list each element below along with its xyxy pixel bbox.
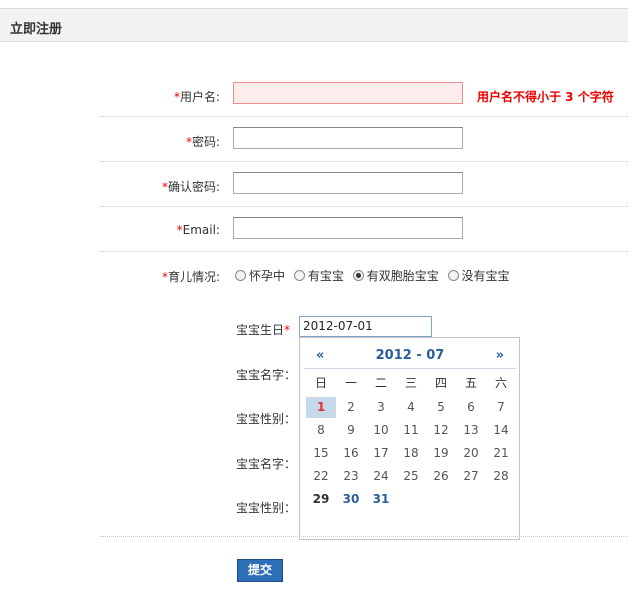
- calendar-day[interactable]: 29: [306, 489, 336, 510]
- radio-option-pregnant[interactable]: 怀孕中: [235, 267, 285, 284]
- calendar-header: 2012 - 07 « »: [304, 348, 516, 369]
- calendar-day[interactable]: 4: [396, 397, 426, 418]
- date-picker-calendar: 2012 - 07 « » 日一二三四五六 1 2 3 4 5 6 7 8 9 10 11 12 13 14…: [299, 337, 520, 540]
- password-input[interactable]: [233, 127, 463, 149]
- calendar-day[interactable]: 23: [336, 466, 366, 487]
- email-label: *Email:: [176, 223, 220, 237]
- baby1-gender-label: 宝宝性别：: [236, 412, 297, 426]
- email-input[interactable]: [233, 217, 463, 239]
- radio-icon[interactable]: [447, 270, 459, 281]
- calendar-day[interactable]: 17: [366, 443, 396, 464]
- calendar-day[interactable]: 12: [426, 420, 456, 441]
- calendar-day[interactable]: 10: [366, 420, 396, 441]
- row-divider: [100, 161, 628, 162]
- username-input[interactable]: [233, 82, 463, 104]
- parenting-radio-group: 怀孕中 有宝宝 有双胞胎宝宝 没有宝宝: [235, 267, 515, 284]
- calendar-day[interactable]: 26: [426, 466, 456, 487]
- page-title: 立即注册: [10, 22, 63, 37]
- confirm-password-input[interactable]: [233, 172, 463, 194]
- calendar-day[interactable]: 19: [426, 443, 456, 464]
- calendar-day[interactable]: 24: [366, 466, 396, 487]
- row-divider: [100, 206, 628, 207]
- calendar-day[interactable]: 3: [366, 397, 396, 418]
- confirm-password-label: *确认密码:: [161, 180, 220, 194]
- baby-birthday-label: 宝宝生日*: [236, 323, 291, 337]
- calendar-day[interactable]: 11: [396, 420, 426, 441]
- row-divider: [100, 251, 628, 252]
- calendar-day[interactable]: 30: [336, 489, 366, 510]
- radio-option-twins[interactable]: 有双胞胎宝宝: [352, 267, 439, 284]
- calendar-weekday-header: 四: [434, 376, 447, 390]
- calendar-day[interactable]: 7: [486, 397, 516, 418]
- radio-icon[interactable]: [293, 270, 305, 281]
- baby1-name-label: 宝宝名字：: [236, 368, 297, 382]
- calendar-weekday-header: 六: [494, 376, 507, 390]
- radio-option-has-baby[interactable]: 有宝宝: [293, 267, 344, 284]
- page-header: 立即注册: [0, 8, 628, 42]
- calendar-day[interactable]: 14: [486, 420, 516, 441]
- submit-button[interactable]: 提交: [237, 559, 283, 582]
- calendar-weekday-header: 一: [344, 376, 357, 390]
- previous-month-button[interactable]: «: [316, 348, 324, 363]
- calendar-weekday-header: 五: [464, 376, 477, 390]
- next-month-button[interactable]: »: [496, 348, 504, 363]
- calendar-day[interactable]: 21: [486, 443, 516, 464]
- calendar-weekday-header: 日: [314, 376, 327, 390]
- calendar-day[interactable]: 9: [336, 420, 366, 441]
- calendar-day[interactable]: 15: [306, 443, 336, 464]
- password-label: *密码:: [185, 135, 220, 149]
- calendar-day[interactable]: 27: [456, 466, 486, 487]
- calendar-day[interactable]: 18: [396, 443, 426, 464]
- radio-icon[interactable]: [235, 270, 246, 281]
- calendar-day[interactable]: 5: [426, 397, 456, 418]
- row-divider: [100, 116, 628, 117]
- calendar-day[interactable]: 2: [336, 397, 366, 418]
- calendar-day[interactable]: 31: [366, 489, 396, 510]
- username-label: *用户名:: [173, 90, 220, 104]
- radio-checked-icon[interactable]: [352, 270, 364, 281]
- calendar-day[interactable]: 25: [396, 466, 426, 487]
- calendar-day[interactable]: 8: [306, 420, 336, 441]
- baby2-name-label: 宝宝名字：: [236, 457, 297, 471]
- calendar-month-title: 2012 - 07: [375, 348, 445, 363]
- calendar-day[interactable]: 28: [486, 466, 516, 487]
- calendar-day[interactable]: 16: [336, 443, 366, 464]
- calendar-weekday-header: 三: [404, 376, 417, 390]
- radio-option-no-baby[interactable]: 没有宝宝: [447, 267, 510, 284]
- baby-birthday-input[interactable]: 2012-07-01: [299, 316, 432, 337]
- baby2-gender-label: 宝宝性别：: [236, 501, 297, 515]
- parenting-label: *育儿情况:: [161, 270, 220, 284]
- calendar-day[interactable]: 13: [456, 420, 486, 441]
- calendar-day[interactable]: 20: [456, 443, 486, 464]
- row-divider: [100, 536, 628, 537]
- calendar-weekday-header: 二: [374, 376, 387, 390]
- calendar-day[interactable]: 22: [306, 466, 336, 487]
- calendar-day[interactable]: 6: [456, 397, 486, 418]
- calendar-day[interactable]: 1: [306, 397, 336, 418]
- username-error-message: 用户名不得小于 3 个字符: [477, 90, 614, 104]
